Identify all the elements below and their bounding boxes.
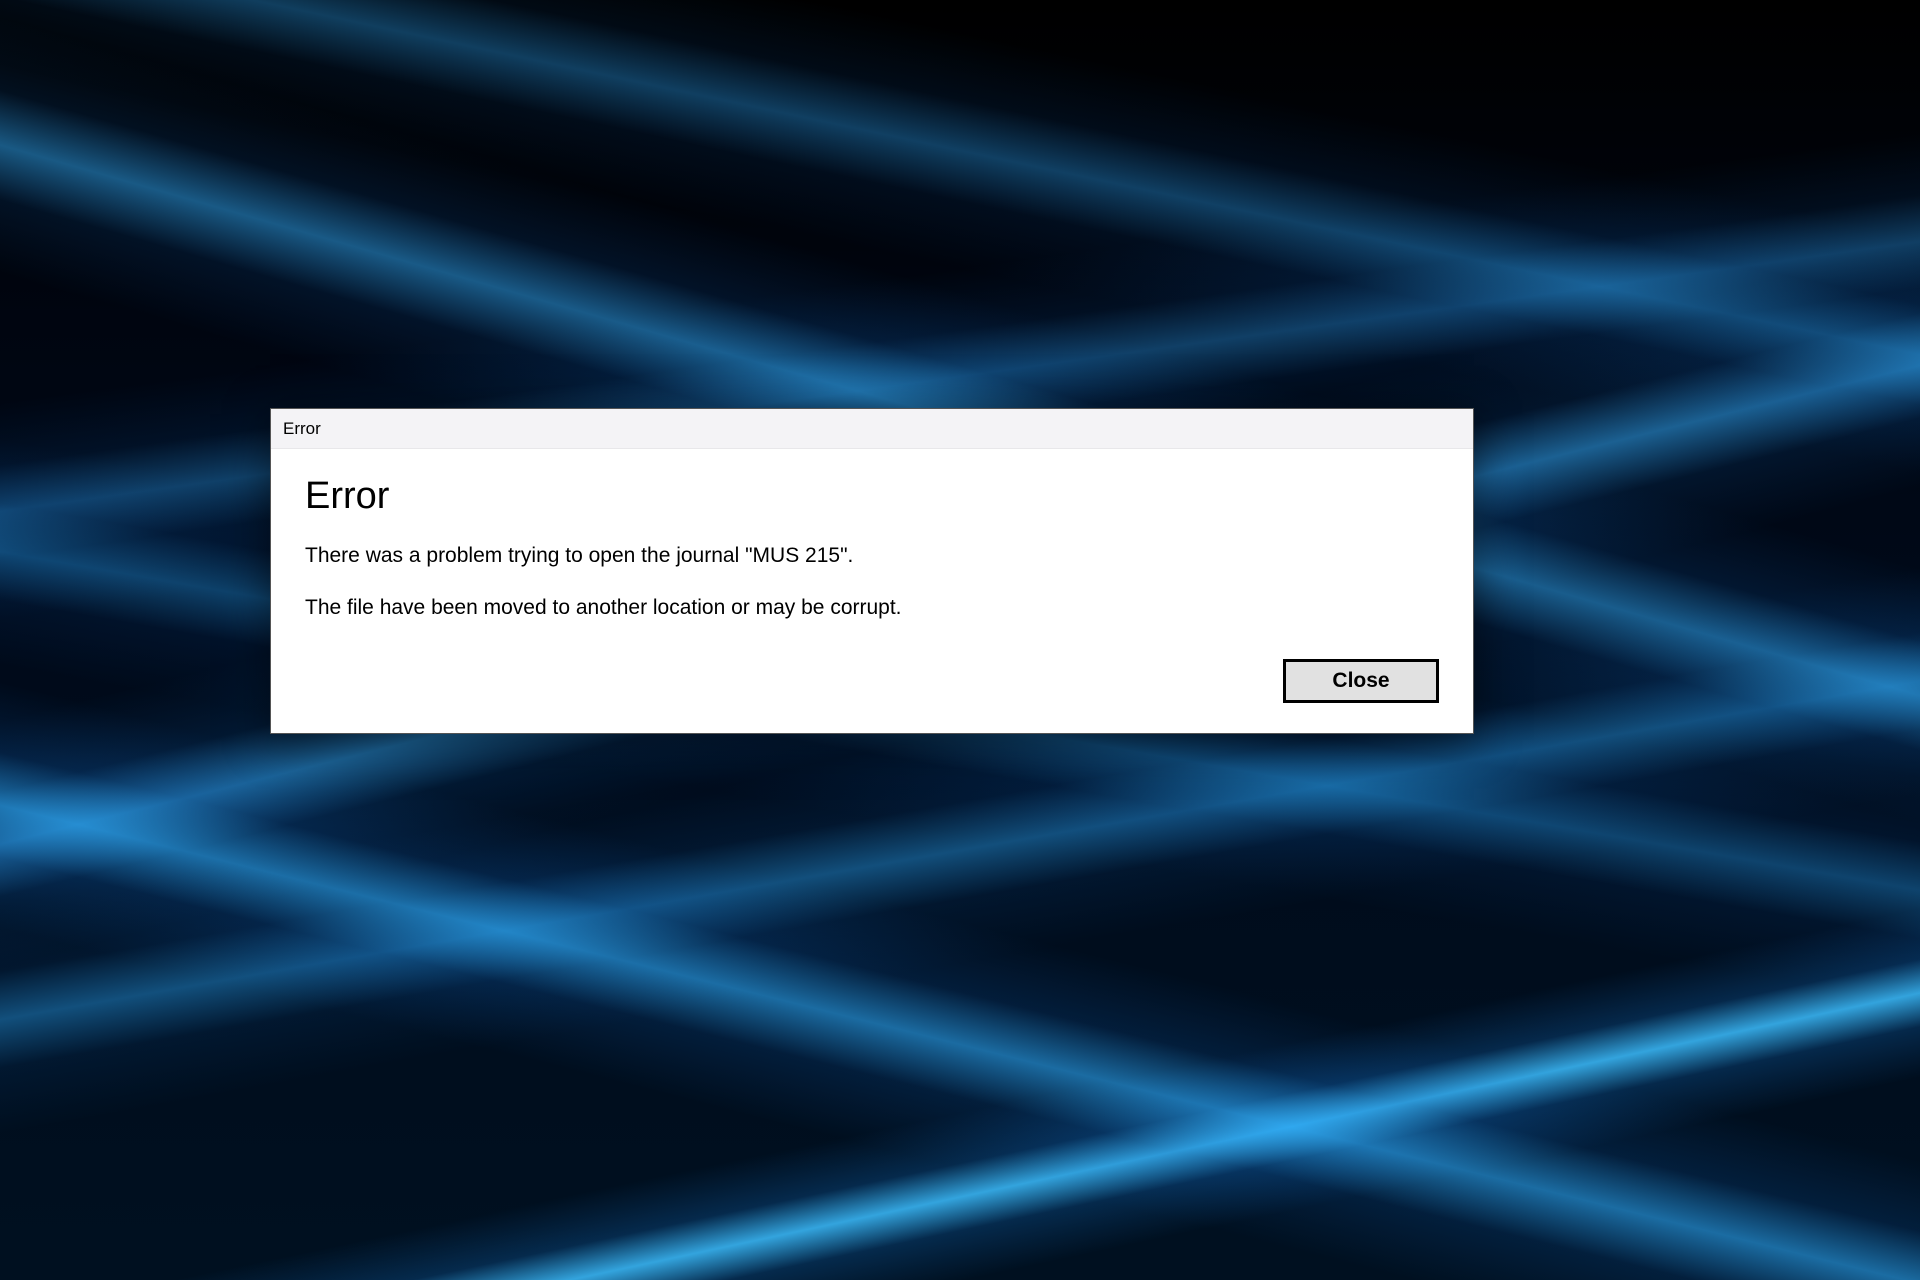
dialog-actions: Close <box>305 659 1439 703</box>
dialog-body: Error There was a problem trying to open… <box>271 449 1473 733</box>
dialog-heading: Error <box>305 475 1439 518</box>
dialog-message-line-2: The file have been moved to another loca… <box>305 594 1439 622</box>
dialog-titlebar[interactable]: Error <box>271 409 1473 449</box>
dialog-message-line-1: There was a problem trying to open the j… <box>305 542 1439 570</box>
close-button[interactable]: Close <box>1283 659 1439 703</box>
dialog-title-text: Error <box>283 419 321 439</box>
error-dialog: Error Error There was a problem trying t… <box>270 408 1474 734</box>
